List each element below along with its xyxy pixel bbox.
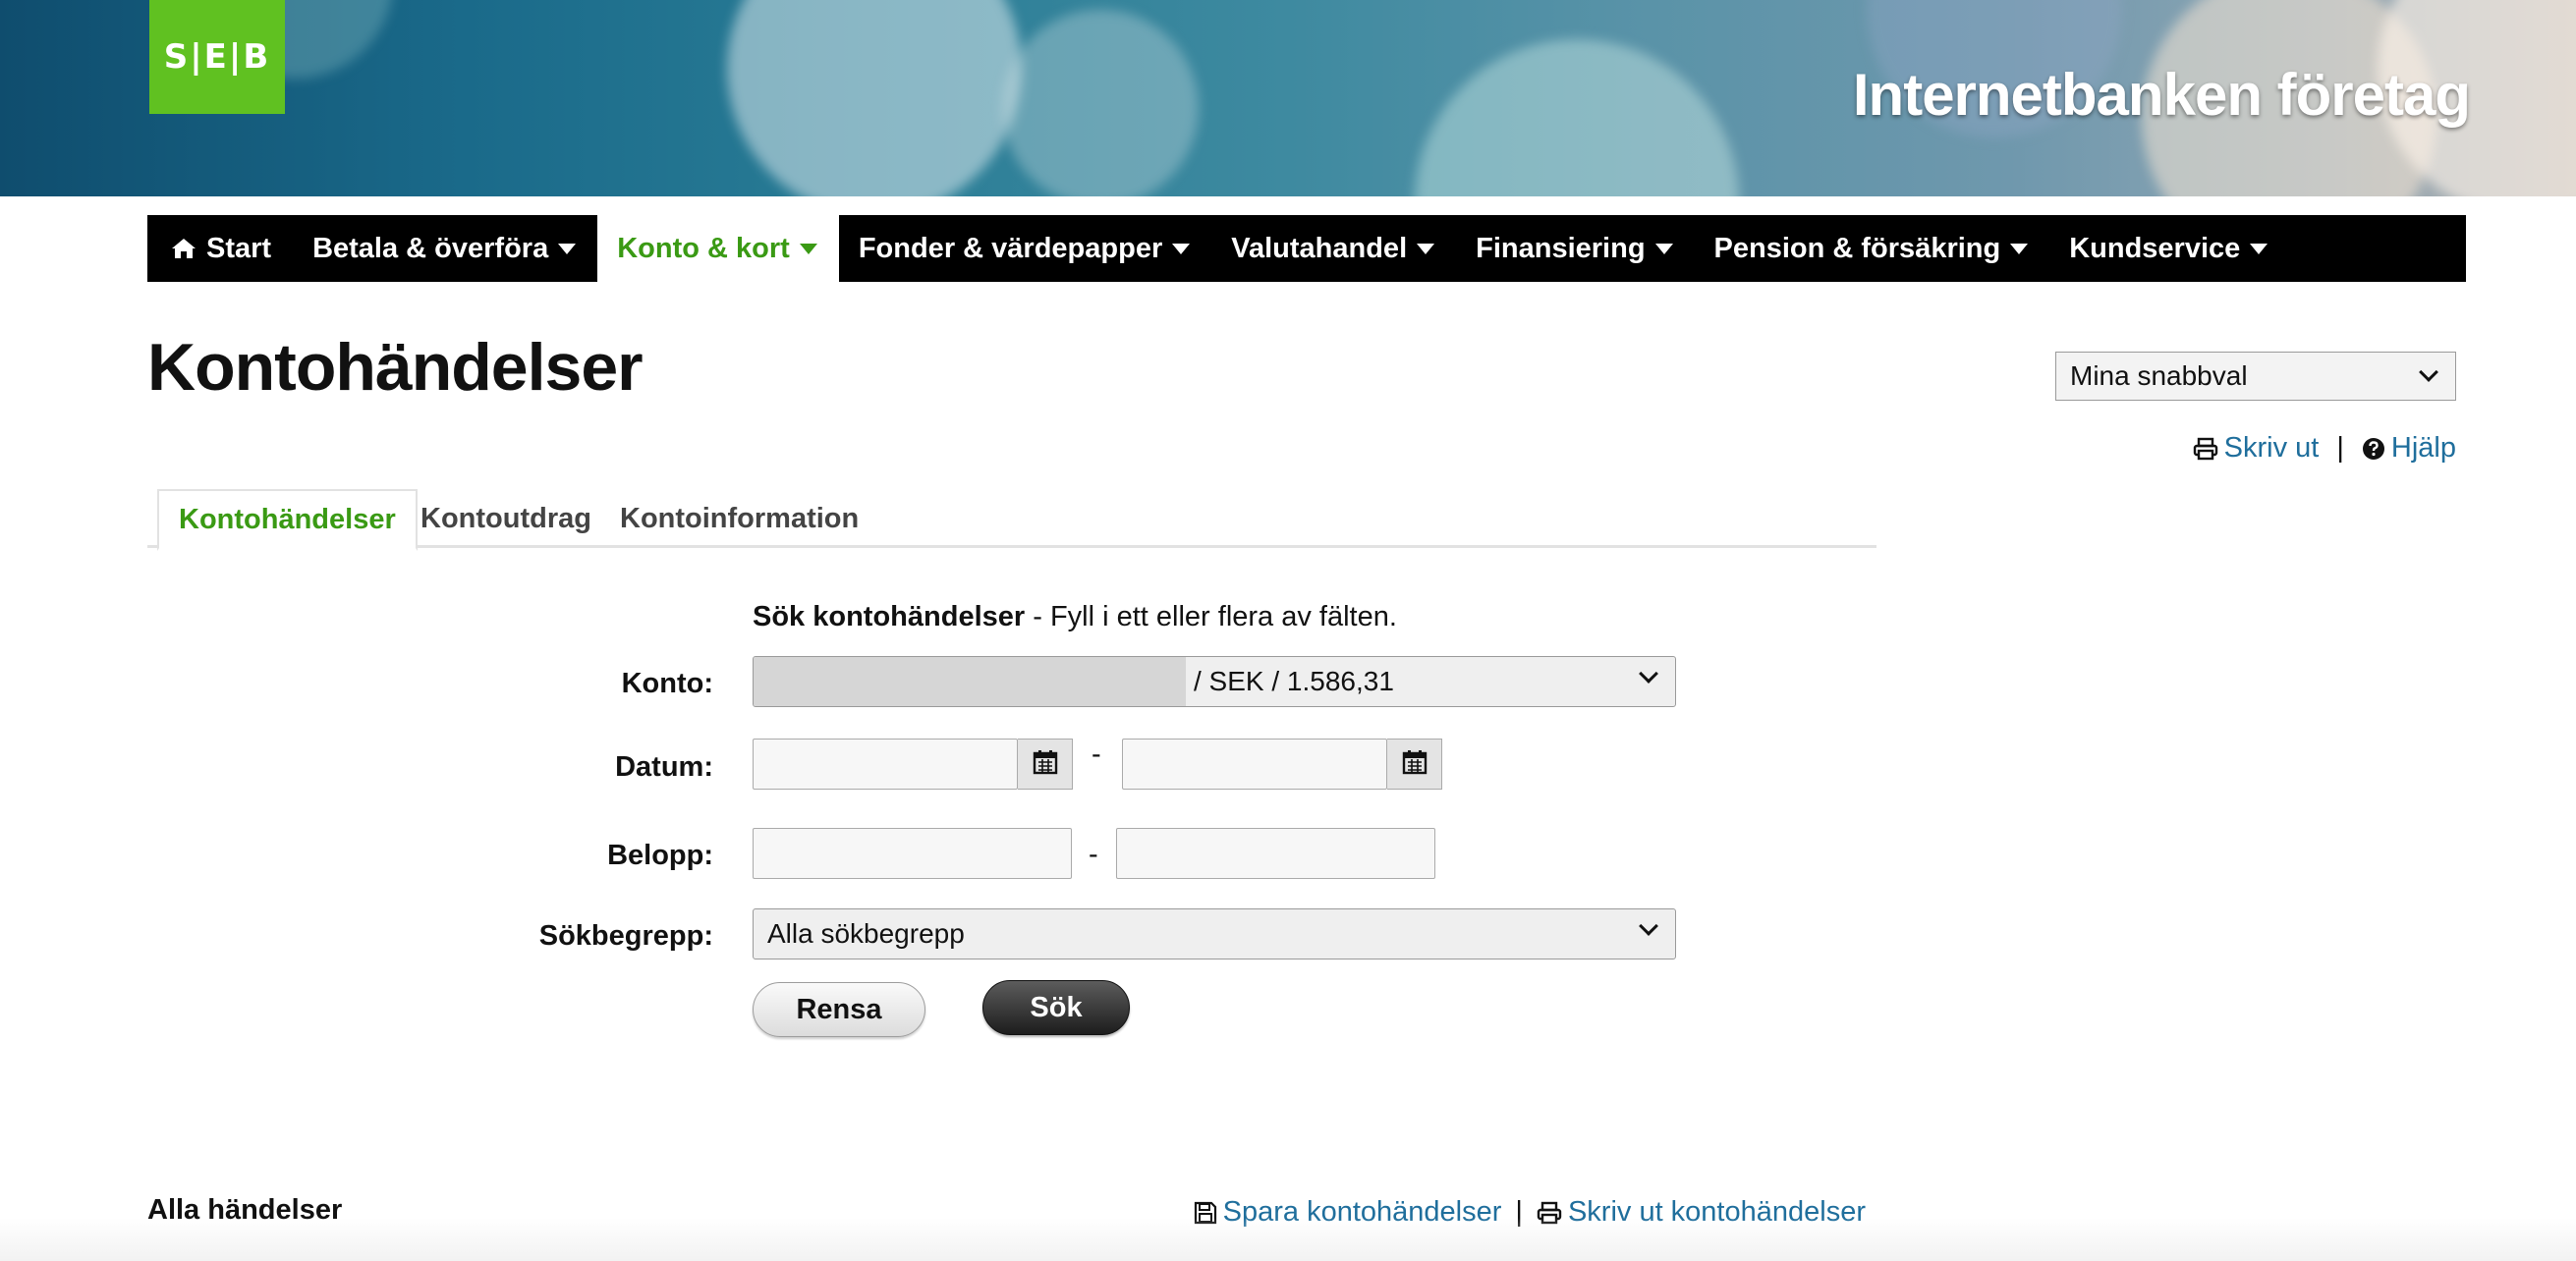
- chevron-down-icon: [2419, 362, 2438, 382]
- results-title: Alla händelser: [147, 1194, 343, 1226]
- account-label: Konto:: [621, 668, 713, 699]
- date-label: Datum:: [615, 751, 713, 783]
- chevron-down-icon: [1639, 664, 1658, 684]
- search-term-select[interactable]: Alla sökbegrepp: [753, 908, 1676, 959]
- nav-item-konto[interactable]: Konto & kort: [597, 215, 839, 282]
- save-icon: [1194, 1201, 1217, 1225]
- date-range-dash: -: [1092, 739, 1101, 770]
- tab-bar: Kontohändelser Kontoutdrag Kontoinformat…: [147, 489, 1876, 551]
- nav-item-label: Valutahandel: [1231, 232, 1408, 264]
- quick-select-value: Mina snabbval: [2070, 360, 2248, 391]
- brand-title: Internetbanken företag: [1852, 62, 2471, 128]
- tools-separator: |: [2336, 432, 2344, 464]
- print-link-label: Skriv ut: [2223, 432, 2320, 464]
- save-transactions-link[interactable]: Spara kontohändelser: [1194, 1196, 1502, 1229]
- caret-down-icon: [799, 243, 817, 254]
- nav-item-kundservice[interactable]: Kundservice: [2049, 215, 2289, 282]
- date-to-input[interactable]: [1122, 739, 1387, 790]
- print-transactions-label: Skriv ut kontohändelser: [1567, 1196, 1866, 1228]
- account-select-value: / SEK / 1.586,31: [1194, 666, 1394, 696]
- help-link[interactable]: Hjälp: [2362, 432, 2456, 465]
- nav-item-label: Kundservice: [2069, 232, 2241, 264]
- page-tools: Skriv ut | Hjälp: [2193, 432, 2456, 465]
- caret-down-icon: [1417, 243, 1435, 254]
- header-banner: S|E|B Internetbanken företag: [0, 0, 2576, 196]
- search-button[interactable]: Sök: [982, 980, 1130, 1035]
- seb-logo[interactable]: S|E|B: [149, 0, 285, 114]
- nav-item-pension[interactable]: Pension & försäkring: [1695, 215, 2050, 282]
- nav-item-label: Pension & försäkring: [1713, 232, 2001, 264]
- nav-item-label: Start: [206, 232, 272, 264]
- calendar-icon: [1402, 749, 1428, 780]
- search-intro-title: Sök kontohändelser: [753, 601, 1026, 632]
- account-select[interactable]: / SEK / 1.586,31: [753, 656, 1676, 707]
- quick-select-dropdown[interactable]: Mina snabbval: [2055, 352, 2456, 401]
- bokeh-light: [1415, 39, 1739, 196]
- date-from-input[interactable]: [753, 739, 1018, 790]
- search-term-label: Sökbegrepp:: [538, 920, 713, 952]
- save-transactions-label: Spara kontohändelser: [1222, 1196, 1502, 1228]
- nav-item-fonder[interactable]: Fonder & värdepapper: [839, 215, 1211, 282]
- caret-down-icon: [1172, 243, 1191, 254]
- results-tools-separator: |: [1515, 1196, 1523, 1228]
- search-intro-text: - Fyll i ett eller flera av fälten.: [1025, 601, 1397, 632]
- caret-down-icon: [558, 243, 577, 254]
- nav-item-finansiering[interactable]: Finansiering: [1456, 215, 1694, 282]
- tab-kontohandelser[interactable]: Kontohändelser: [157, 489, 418, 551]
- print-link[interactable]: Skriv ut: [2193, 432, 2320, 465]
- amount-from-input[interactable]: [753, 828, 1072, 879]
- chevron-down-icon: [1639, 916, 1658, 936]
- calendar-icon: [1033, 749, 1058, 780]
- tab-kontoutdrag[interactable]: Kontoutdrag: [420, 489, 591, 548]
- home-icon: [171, 237, 196, 260]
- help-link-label: Hjälp: [2390, 432, 2456, 464]
- main-navigation: Start Betala & överföra Konto & kort Fon…: [147, 215, 2466, 282]
- amount-to-input[interactable]: [1116, 828, 1435, 879]
- caret-down-icon: [2250, 243, 2268, 254]
- nav-item-valutahandel[interactable]: Valutahandel: [1211, 215, 1456, 282]
- caret-down-icon: [2010, 243, 2029, 254]
- printer-icon: [1537, 1201, 1562, 1225]
- nav-item-betala[interactable]: Betala & överföra: [293, 215, 597, 282]
- date-from-calendar-button[interactable]: [1018, 739, 1073, 790]
- logo-text: S|E|B: [163, 37, 271, 77]
- caret-down-icon: [1654, 243, 1673, 254]
- search-term-value: Alla sökbegrepp: [767, 918, 965, 949]
- printer-icon: [2193, 437, 2218, 461]
- nav-item-label: Finansiering: [1476, 232, 1646, 264]
- nav-item-label: Betala & överföra: [312, 232, 549, 264]
- date-to-calendar-button[interactable]: [1387, 739, 1442, 790]
- amount-range-dash: -: [1089, 839, 1098, 870]
- print-transactions-link[interactable]: Skriv ut kontohändelser: [1537, 1196, 1866, 1229]
- search-intro: Sök kontohändelser - Fyll i ett eller fl…: [753, 601, 1397, 633]
- account-number-redacted: [754, 657, 1186, 706]
- nav-item-label: Konto & kort: [617, 232, 790, 264]
- amount-label: Belopp:: [607, 840, 713, 871]
- page-title: Kontohändelser: [147, 330, 644, 405]
- tab-kontoinformation[interactable]: Kontoinformation: [620, 489, 859, 548]
- bokeh-light: [1002, 10, 1199, 196]
- question-circle-icon: [2362, 437, 2385, 461]
- nav-item-label: Fonder & värdepapper: [858, 232, 1163, 264]
- clear-button[interactable]: Rensa: [753, 982, 925, 1037]
- bokeh-light: [727, 0, 1022, 196]
- nav-item-start[interactable]: Start: [147, 215, 293, 282]
- results-tools: Spara kontohändelser | Skriv ut kontohän…: [1194, 1196, 1866, 1229]
